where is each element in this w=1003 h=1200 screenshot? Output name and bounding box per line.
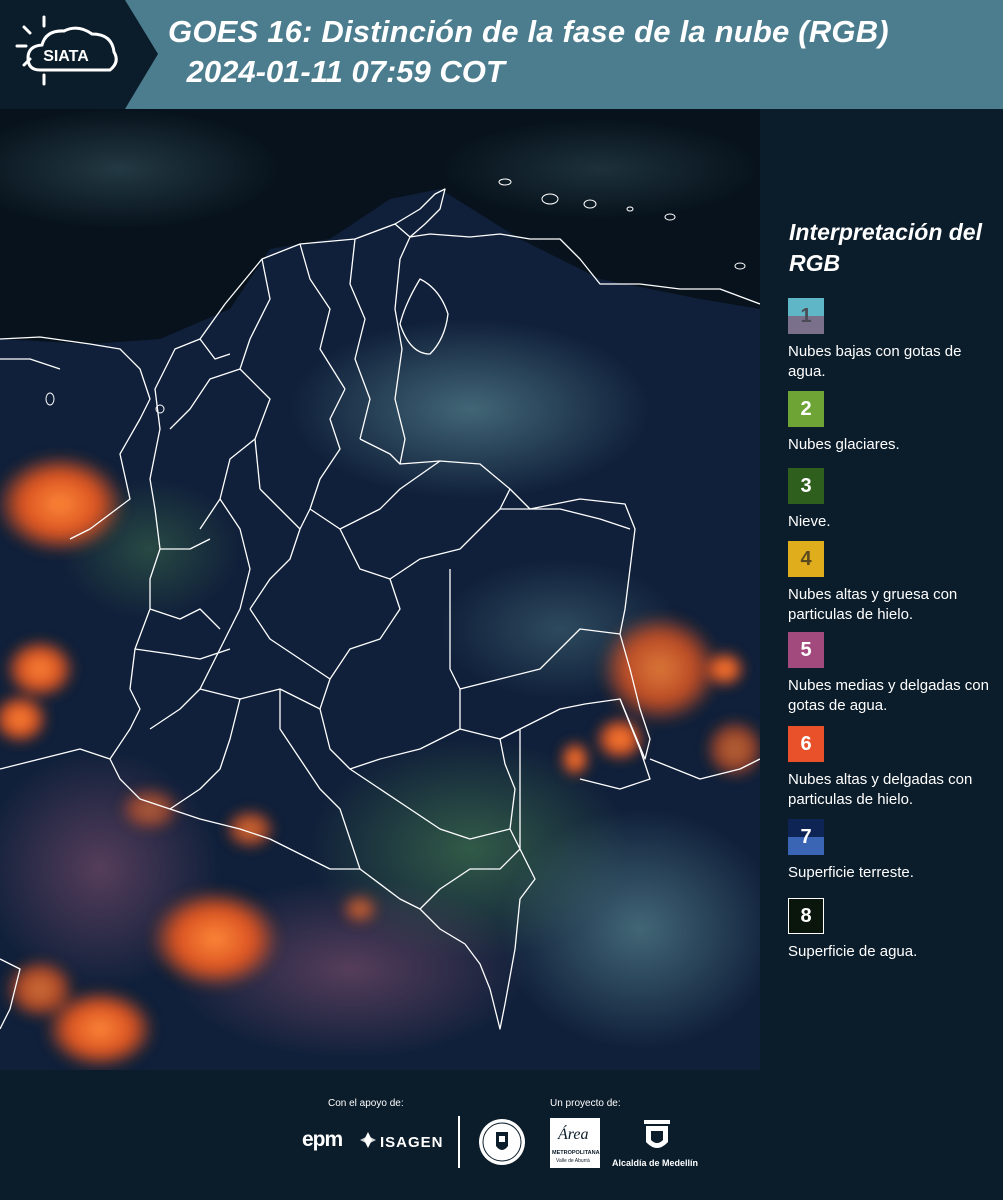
legend-swatch-1: 1 [788, 298, 824, 334]
isagen-text: ISAGEN [380, 1134, 444, 1151]
legend-number: 8 [800, 904, 812, 927]
satellite-map[interactable] [0, 109, 760, 1070]
legend-label: Nubes medias y delgadas con gotas de agu… [788, 677, 989, 714]
legend-label: Nubes altas y delgadas con particulas de… [788, 771, 973, 808]
epm-logo[interactable]: epm [302, 1128, 343, 1152]
legend-label: Nubes glaciares. [788, 436, 900, 453]
legend-number: 3 [800, 474, 812, 497]
legend-swatch-8: 8 [788, 898, 824, 934]
legend-item-3: 3 Nieve. [788, 468, 993, 532]
footer: Con el apoyo de: Un proyecto de: epm ISA… [0, 1070, 1003, 1200]
legend-swatch-6: 6 [788, 726, 824, 762]
footer-divider [458, 1116, 460, 1168]
support-label: Con el apoyo de: [328, 1098, 404, 1109]
area-metro-text: Área [558, 1126, 589, 1143]
header: SIATA GOES 16: Distinción de la fase de … [0, 0, 1003, 109]
legend-item-5: 5 Nubes medias y delgadas con gotas de ag… [788, 632, 993, 716]
legend-swatch-4: 4 [788, 541, 824, 577]
alcaldia-text: Alcaldía de Medellín [612, 1158, 699, 1168]
legend-label: Nubes altas y gruesa con particulas de h… [788, 586, 958, 623]
legend-label: Superficie de agua. [788, 943, 918, 960]
project-label: Un proyecto de: [550, 1098, 621, 1109]
page-subtitle-datetime: 2024-01-11 07:59 COT [178, 54, 505, 89]
legend-item-8: 8 Superficie de agua. [788, 898, 993, 962]
legend-swatch-3: 3 [788, 468, 824, 504]
legend-item-4: 4 Nubes altas y gruesa con particulas de … [788, 541, 993, 625]
legend-number: 2 [800, 397, 812, 420]
legend-number: 5 [800, 638, 812, 661]
isagen-mark-icon [360, 1132, 376, 1148]
alcaldia-shield-logo[interactable] [642, 1118, 672, 1161]
legend-number: 6 [800, 732, 812, 755]
area-metro-subtext-2: Valle de Aburrá [556, 1158, 590, 1164]
legend-label: Nubes bajas con gotas de agua. [788, 343, 962, 380]
legend-number: 1 [800, 304, 812, 327]
legend-label: Superficie terreste. [788, 864, 914, 881]
legend-item-2: 2 Nubes glaciares. [788, 391, 993, 455]
legend-swatch-2: 2 [788, 391, 824, 427]
siata-logo[interactable]: SIATA [0, 0, 158, 109]
area-metro-subtext: METROPOLITANA [552, 1150, 600, 1156]
legend-swatch-5: 5 [788, 632, 824, 668]
legend-swatch-7: 7 [788, 819, 824, 855]
legend-number: 4 [800, 547, 812, 570]
legend-label: Nieve. [788, 513, 831, 530]
legend-item-6: 6 Nubes altas y delgadas con particulas d… [788, 726, 993, 810]
legend-number: 7 [800, 825, 812, 848]
area-metropolitana-logo[interactable]: Área METROPOLITANA Valle de Aburrá [550, 1118, 600, 1168]
legend-panel: Interpretación del RGB 1 Nubes bajas con … [760, 109, 1003, 1070]
page-title: GOES 16: Distinción de la fase de la nub… [168, 14, 889, 49]
legend-item-1: 1 Nubes bajas con gotas de agua. [788, 298, 993, 382]
legend-title: Interpretación del RGB [789, 219, 982, 276]
svg-text:SIATA: SIATA [43, 48, 89, 65]
university-seal-logo[interactable] [478, 1116, 526, 1173]
legend-item-7: 7 Superficie terreste. [788, 819, 993, 883]
isagen-logo[interactable] [358, 1130, 378, 1155]
